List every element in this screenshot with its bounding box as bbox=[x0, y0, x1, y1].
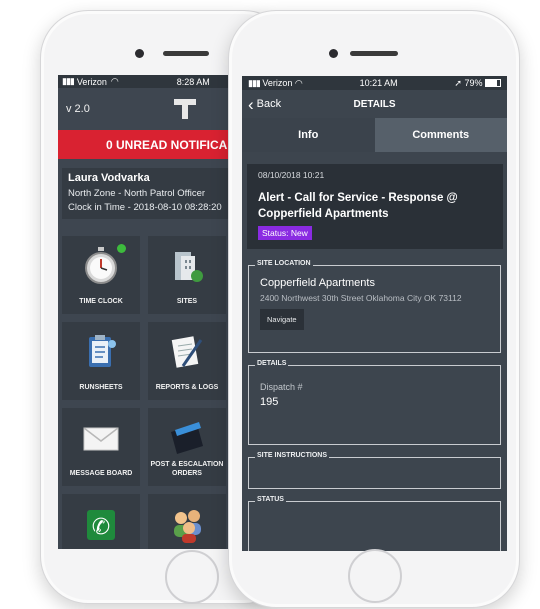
site-address: 2400 Northwest 30th Street Oklahoma City… bbox=[260, 293, 462, 303]
status-badge: Status: New bbox=[258, 226, 312, 240]
site-location-section: SITE LOCATION Copperfield Apartments 240… bbox=[248, 260, 501, 353]
back-label: Back bbox=[256, 98, 282, 110]
chevron-left-icon: ‹ bbox=[248, 94, 254, 114]
tile-post-escalation-orders[interactable]: POST & ESCALATION ORDERS bbox=[148, 408, 226, 486]
tile-label: SITES bbox=[176, 298, 198, 305]
buildings-icon bbox=[175, 252, 203, 282]
tile-label: RUNSHEETS bbox=[79, 384, 123, 391]
envelope-icon bbox=[83, 427, 119, 451]
right-screen: ▮▮▮ Verizon ◠ 10:21 AM ➚ 79% ‹ Back DETA… bbox=[242, 76, 507, 551]
home-button[interactable] bbox=[348, 549, 402, 603]
status-section: STATUS bbox=[248, 496, 501, 551]
alert-date: 08/10/2018 10:21 bbox=[258, 170, 325, 180]
battery-icon bbox=[485, 79, 501, 88]
stopwatch-icon bbox=[85, 247, 117, 284]
phone-icon: ✆ bbox=[87, 510, 115, 540]
dispatch-value: 195 bbox=[260, 396, 279, 408]
wifi-icon: ◠ bbox=[294, 77, 303, 88]
tab-info[interactable]: Info bbox=[242, 118, 375, 152]
dispatch-label: Dispatch # bbox=[260, 382, 303, 392]
tile-contact[interactable]: ✆ bbox=[62, 494, 140, 549]
speaker-grille bbox=[350, 51, 398, 56]
alert-card: 08/10/2018 10:21 Alert - Call for Servic… bbox=[247, 164, 503, 249]
clock-label: 10:21 AM bbox=[359, 78, 398, 88]
section-legend: DETAILS bbox=[255, 360, 289, 367]
tile-label: POST & ESCALATION ORDERS bbox=[150, 461, 224, 477]
tile-sites[interactable]: SITES bbox=[148, 236, 226, 314]
people-icon bbox=[174, 510, 201, 543]
tile-label: REPORTS & LOGS bbox=[155, 384, 219, 391]
details-section: DETAILS Dispatch # 195 bbox=[248, 360, 501, 445]
site-instructions-section: SITE INSTRUCTIONS bbox=[248, 452, 501, 489]
tab-bar: Info Comments bbox=[242, 118, 507, 152]
location-icon: ➚ bbox=[454, 77, 462, 88]
speaker-grille bbox=[163, 51, 209, 56]
navigation-bar: ‹ Back DETAILS bbox=[242, 90, 507, 118]
tab-comments[interactable]: Comments bbox=[374, 118, 507, 152]
status-bar: ▮▮▮ Verizon ◠ 10:21 AM ➚ 79% bbox=[242, 76, 507, 90]
notepad-pen-icon bbox=[171, 336, 203, 368]
site-name: Copperfield Apartments bbox=[260, 277, 375, 289]
tile-time-clock[interactable]: TIME CLOCK bbox=[62, 236, 140, 314]
signal-icon: ▮▮▮ bbox=[248, 77, 261, 88]
tile-message-board[interactable]: MESSAGE BOARD bbox=[62, 408, 140, 486]
battery-percent: 79% bbox=[464, 77, 483, 88]
back-button[interactable]: ‹ Back bbox=[248, 94, 282, 114]
section-legend: SITE INSTRUCTIONS bbox=[255, 452, 330, 459]
tile-label: TIME CLOCK bbox=[79, 298, 123, 305]
home-button[interactable] bbox=[165, 550, 219, 604]
page-title: DETAILS bbox=[353, 98, 396, 110]
tile-label: MESSAGE BOARD bbox=[69, 470, 133, 477]
active-indicator-dot bbox=[117, 244, 126, 253]
battery-group: ➚ 79% bbox=[454, 78, 501, 89]
clipboard-icon bbox=[89, 335, 116, 367]
section-legend: SITE LOCATION bbox=[255, 260, 313, 267]
tile-reports-logs[interactable]: REPORTS & LOGS bbox=[148, 322, 226, 400]
folder-icon bbox=[171, 422, 203, 454]
tile-users[interactable] bbox=[148, 494, 226, 549]
front-camera bbox=[135, 49, 144, 58]
carrier-label: Verizon bbox=[262, 77, 293, 88]
tile-runsheets[interactable]: RUNSHEETS bbox=[62, 322, 140, 400]
section-legend: STATUS bbox=[255, 496, 286, 503]
svg-text:✆: ✆ bbox=[92, 515, 110, 540]
carrier-group: ▮▮▮ Verizon ◠ bbox=[248, 78, 303, 89]
front-camera bbox=[329, 49, 338, 58]
phone-right: ▮▮▮ Verizon ◠ 10:21 AM ➚ 79% ‹ Back DETA… bbox=[228, 10, 520, 608]
alert-title: Alert - Call for Service - Response @ Co… bbox=[258, 192, 458, 220]
navigate-button[interactable]: Navigate bbox=[260, 309, 304, 330]
